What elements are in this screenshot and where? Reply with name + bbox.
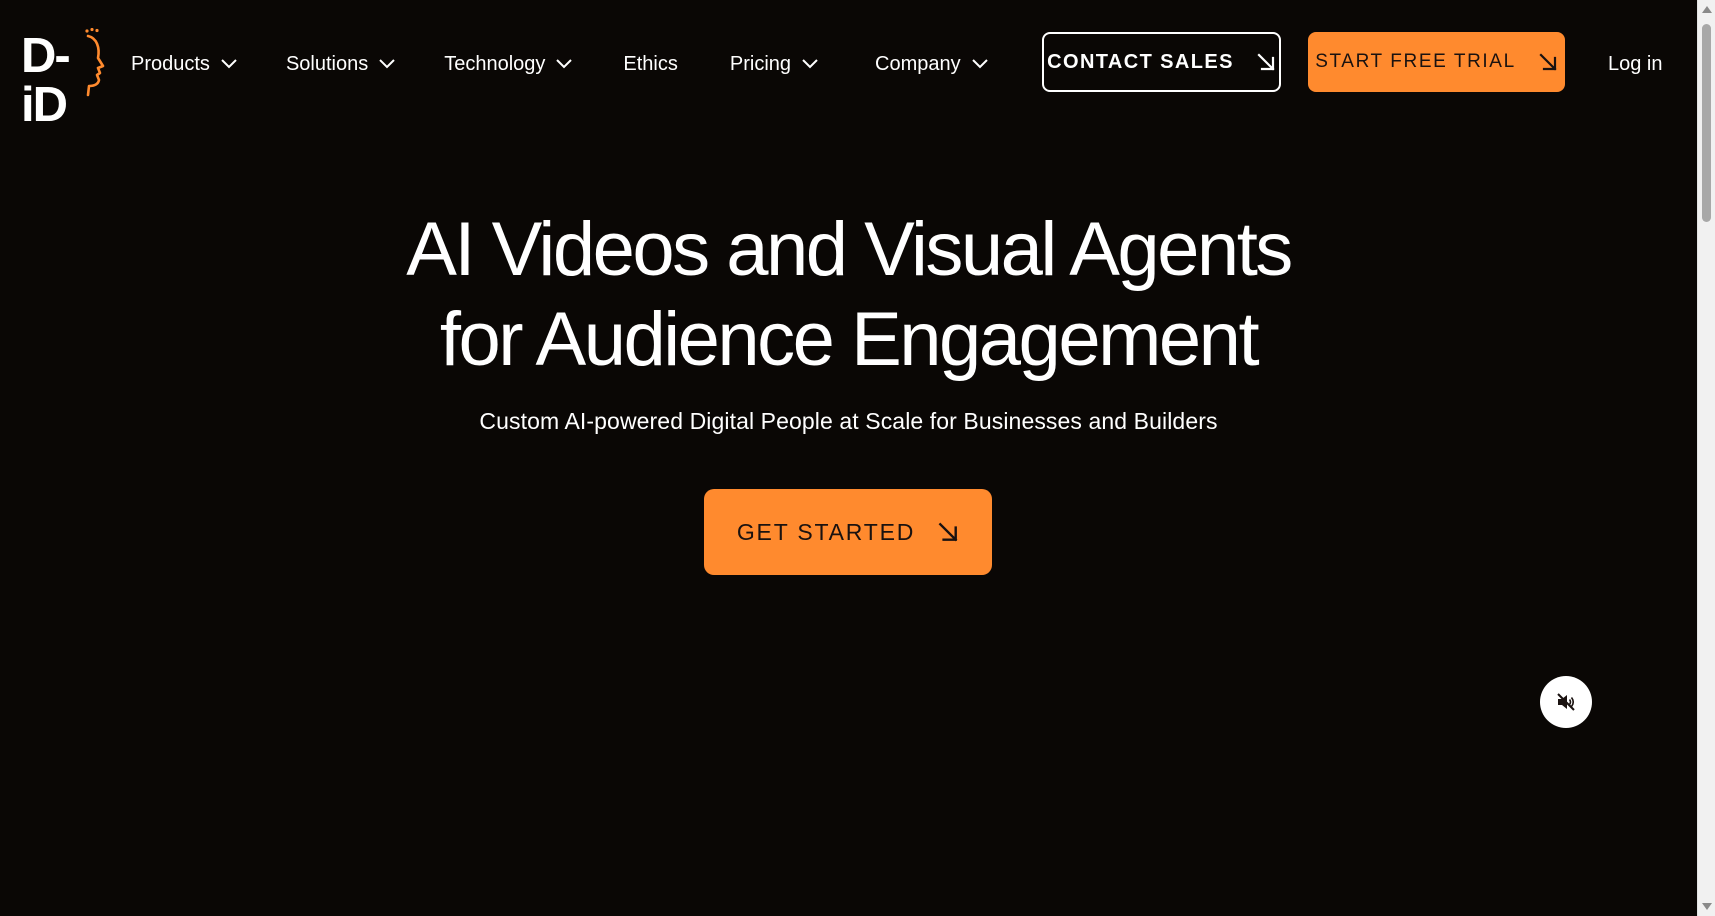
chevron-down-icon (971, 59, 988, 69)
get-started-button[interactable]: GET STARTED (704, 489, 992, 575)
chevron-down-icon (556, 59, 573, 69)
nav-item-label: Company (875, 52, 961, 75)
chevron-down-icon (379, 59, 395, 69)
start-free-trial-button[interactable]: START FREE TRIAL (1308, 32, 1565, 92)
speaker-muted-icon (1557, 693, 1575, 711)
get-started-label: GET STARTED (736, 518, 916, 545)
contact-sales-button[interactable]: CONTACT SALES (1042, 32, 1281, 92)
logo[interactable]: D-iD (21, 28, 105, 130)
hero-title-line: AI Videos and Visual Agents (406, 207, 1293, 292)
scroll-down-arrow-icon[interactable] (1702, 903, 1712, 910)
main-nav: Products Solutions Technology Ethics Pri… (131, 40, 1029, 88)
nav-item-label: Products (131, 52, 210, 75)
hero-subtitle: Custom AI-powered Digital People at Scal… (479, 408, 1218, 434)
hero-title: AI Videos and Visual Agents for Audience… (0, 205, 1697, 385)
scrollbar-thumb[interactable] (1702, 24, 1711, 222)
mute-toggle-button[interactable] (1540, 676, 1592, 728)
nav-item-label: Solutions (285, 52, 369, 75)
nav-item-pricing[interactable]: Pricing (730, 40, 819, 88)
nav-item-label: Technology (444, 52, 546, 75)
nav-item-label: Pricing (729, 52, 792, 75)
start-free-trial-label: START FREE TRIAL (1315, 51, 1516, 72)
page-scrollbar[interactable] (1697, 0, 1715, 916)
nav-item-ethics[interactable]: Ethics (623, 40, 677, 88)
nav-item-company[interactable]: Company (875, 40, 989, 88)
arrow-down-right-icon (1539, 53, 1557, 71)
scroll-up-arrow-icon[interactable] (1702, 6, 1712, 13)
site-header: D-iD Products Solutions Technology Ethic… (0, 0, 1697, 130)
arrow-down-right-icon (938, 522, 958, 542)
face-profile-icon (85, 28, 105, 97)
chevron-down-icon (221, 59, 237, 69)
contact-sales-label: CONTACT SALES (1047, 50, 1234, 73)
login-link[interactable]: Log in (1608, 40, 1663, 88)
page: D-iD Products Solutions Technology Ethic… (0, 0, 1697, 916)
arrow-down-right-icon (1257, 53, 1275, 71)
nav-item-products[interactable]: Products (131, 40, 238, 88)
chevron-down-icon (802, 59, 818, 69)
nav-item-label: Ethics (623, 52, 678, 75)
nav-item-technology[interactable]: Technology (444, 40, 573, 88)
nav-item-solutions[interactable]: Solutions (286, 40, 396, 88)
hero-title-line: for Audience Engagement (439, 297, 1260, 382)
